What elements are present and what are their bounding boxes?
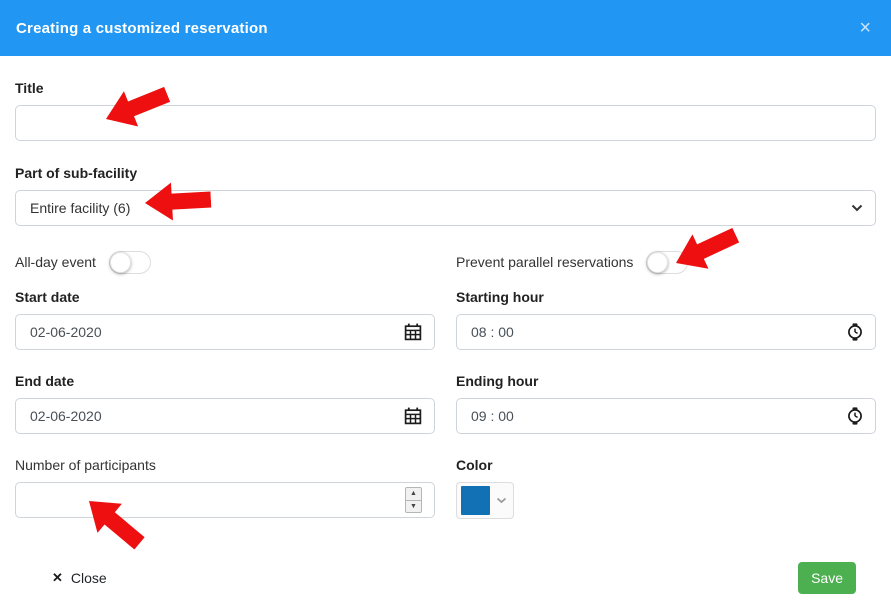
save-button[interactable]: Save <box>798 562 856 594</box>
calendar-icon[interactable] <box>404 323 422 341</box>
all-day-label: All-day event <box>15 254 96 270</box>
modal-title: Creating a customized reservation <box>16 20 268 37</box>
clock-icon[interactable] <box>847 407 863 425</box>
modal-footer: ✕ Close Save <box>15 562 876 594</box>
all-day-toggle[interactable] <box>109 251 151 274</box>
stepper-up-icon[interactable]: ▲ <box>406 488 421 501</box>
close-button[interactable]: ✕ Close <box>52 570 107 586</box>
start-date-input-wrap <box>15 314 435 350</box>
modal-header: Creating a customized reservation × <box>0 0 891 56</box>
sub-facility-select[interactable]: Entire facility (6) <box>15 190 876 226</box>
title-field-group: Title <box>15 80 876 141</box>
starting-hour-input-wrap <box>456 314 876 350</box>
prevent-parallel-label: Prevent parallel reservations <box>456 254 633 270</box>
color-picker-button[interactable] <box>456 482 514 519</box>
end-row: End date Ending hour <box>15 373 876 434</box>
toggle-knob <box>110 252 131 273</box>
end-date-input[interactable] <box>30 408 396 424</box>
sub-facility-selected-value: Entire facility (6) <box>30 200 130 216</box>
close-icon[interactable]: × <box>859 18 871 38</box>
stepper-down-icon[interactable]: ▼ <box>406 501 421 513</box>
quantity-stepper[interactable]: ▲ ▼ <box>405 487 422 513</box>
starting-hour-label: Starting hour <box>456 289 876 305</box>
color-field-group: Color <box>456 457 876 519</box>
participants-field-group: Number of participants ▲ ▼ <box>15 457 435 519</box>
calendar-icon[interactable] <box>404 407 422 425</box>
close-x-icon: ✕ <box>52 570 63 586</box>
ending-hour-field-group: Ending hour <box>456 373 876 434</box>
participants-input[interactable] <box>30 492 405 508</box>
close-button-label: Close <box>71 570 107 586</box>
sub-facility-field-group: Part of sub-facility Entire facility (6) <box>15 165 876 226</box>
all-day-field: All-day event <box>15 251 435 274</box>
clock-icon[interactable] <box>847 323 863 341</box>
ending-hour-label: Ending hour <box>456 373 876 389</box>
start-row: Start date Starting hour <box>15 289 876 350</box>
toggle-knob <box>647 252 668 273</box>
end-date-label: End date <box>15 373 435 389</box>
color-swatch <box>461 486 490 515</box>
chevron-down-icon <box>851 204 863 212</box>
participants-color-row: Number of participants ▲ ▼ Color <box>15 457 876 519</box>
participants-input-wrap: ▲ ▼ <box>15 482 435 518</box>
sub-facility-label: Part of sub-facility <box>15 165 876 181</box>
starting-hour-input[interactable] <box>471 324 839 340</box>
start-date-input[interactable] <box>30 324 396 340</box>
title-label: Title <box>15 80 876 96</box>
title-input[interactable] <box>30 115 863 131</box>
ending-hour-input-wrap <box>456 398 876 434</box>
start-date-field-group: Start date <box>15 289 435 350</box>
chevron-down-icon <box>496 497 507 504</box>
starting-hour-field-group: Starting hour <box>456 289 876 350</box>
end-date-field-group: End date <box>15 373 435 434</box>
title-input-wrap <box>15 105 876 141</box>
start-date-label: Start date <box>15 289 435 305</box>
modal-body: Title Part of sub-facility Entire facili… <box>0 56 891 594</box>
prevent-parallel-field: Prevent parallel reservations <box>456 251 876 274</box>
end-date-input-wrap <box>15 398 435 434</box>
ending-hour-input[interactable] <box>471 408 839 424</box>
participants-label: Number of participants <box>15 457 435 473</box>
toggles-row: All-day event Prevent parallel reservati… <box>15 250 876 274</box>
color-label: Color <box>456 457 876 473</box>
prevent-parallel-toggle[interactable] <box>646 251 688 274</box>
